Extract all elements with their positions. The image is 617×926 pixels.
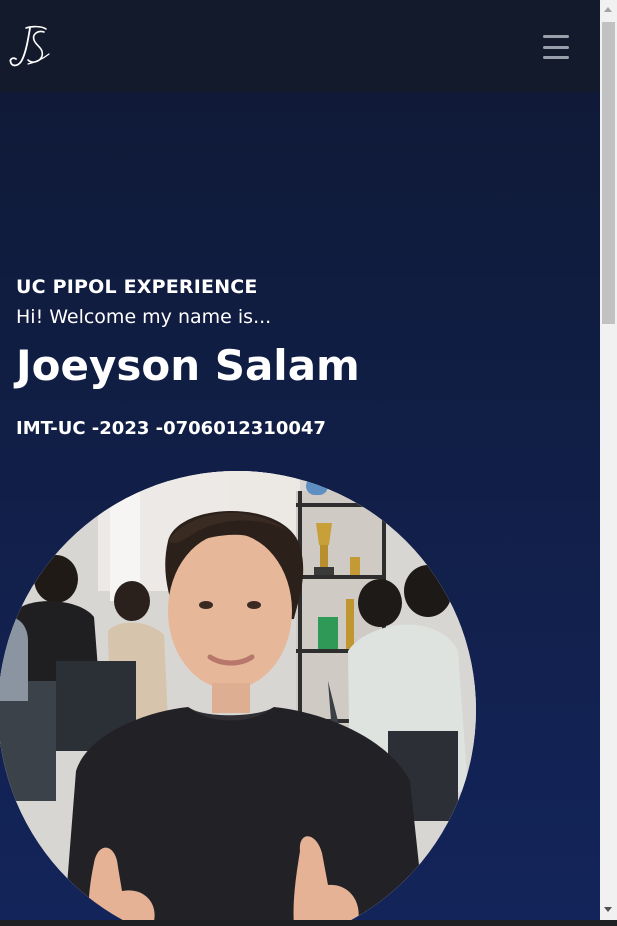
scroll-up-arrow-icon[interactable] xyxy=(604,7,612,12)
hero-welcome: Hi! Welcome my name is... xyxy=(16,306,272,328)
menu-line xyxy=(543,56,569,59)
scrollbar-thumb[interactable] xyxy=(602,22,615,324)
menu-line xyxy=(543,35,569,38)
hamburger-menu-icon[interactable] xyxy=(538,32,574,62)
hero-eyebrow: UC PIPOL EXPERIENCE xyxy=(16,276,258,298)
page: UC PIPOL EXPERIENCE Hi! Welcome my name … xyxy=(0,0,600,920)
hero-name: Joeyson Salam xyxy=(16,341,360,390)
profile-photo-illustration xyxy=(0,471,476,920)
bottom-edge xyxy=(0,920,617,926)
hero-student-id: IMT-UC -2023 -0706012310047 xyxy=(16,418,326,439)
vertical-scrollbar[interactable] xyxy=(600,0,617,920)
js-logo-icon[interactable] xyxy=(8,24,50,70)
hero-section: UC PIPOL EXPERIENCE Hi! Welcome my name … xyxy=(16,274,576,442)
scroll-down-arrow-icon[interactable] xyxy=(604,907,612,912)
menu-line xyxy=(543,45,569,49)
profile-photo xyxy=(0,471,476,920)
navbar xyxy=(0,0,600,92)
